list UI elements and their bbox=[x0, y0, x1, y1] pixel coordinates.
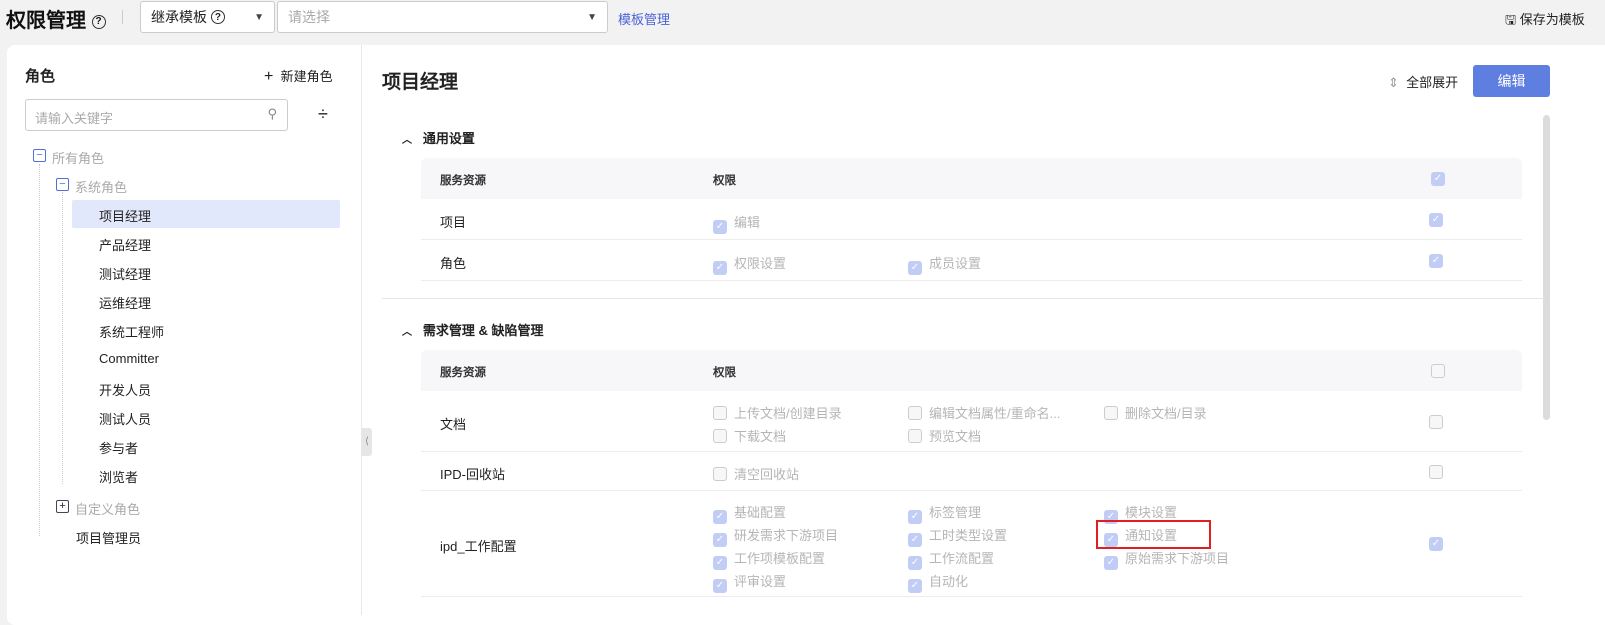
divider bbox=[122, 10, 123, 24]
permission-checkbox[interactable]: 编辑文档属性/重命名... bbox=[908, 403, 1060, 422]
checkbox[interactable] bbox=[713, 405, 727, 420]
table-row: IPD-回收站 清空回收站 bbox=[421, 452, 1522, 491]
tree-line bbox=[39, 164, 40, 536]
checkbox[interactable] bbox=[908, 405, 922, 420]
checkbox[interactable]: ✓ bbox=[713, 510, 727, 524]
checkbox[interactable]: ✓ bbox=[713, 556, 727, 570]
checkbox[interactable]: ✓ bbox=[908, 579, 922, 593]
role-item[interactable]: 项目经理 bbox=[72, 200, 340, 228]
checkbox[interactable]: ✓ bbox=[713, 220, 727, 234]
checkbox[interactable] bbox=[713, 467, 727, 481]
role-item[interactable]: 测试经理 bbox=[72, 258, 340, 286]
template-manage-link[interactable]: 模板管理 bbox=[618, 9, 670, 28]
permission-checkbox[interactable]: ✓ 权限设置 bbox=[713, 253, 786, 275]
checkbox[interactable] bbox=[908, 428, 922, 443]
permission-checkbox[interactable]: ✓ 研发需求下游项目 bbox=[713, 525, 838, 547]
save-as-template-button[interactable]: 🖫 保存为模板 bbox=[1505, 9, 1585, 33]
chevron-down-icon: ▼ bbox=[587, 11, 597, 23]
page-title: 权限管理 ? bbox=[6, 4, 106, 33]
permission-checkbox[interactable]: ✓ 工时类型设置 bbox=[908, 525, 1007, 547]
permission-checkbox[interactable]: 上传文档/创建目录 bbox=[713, 403, 842, 422]
help-icon[interactable]: ? bbox=[91, 14, 106, 29]
role-item[interactable]: 产品经理 bbox=[72, 229, 340, 257]
template-select[interactable]: 请选择 ▼ bbox=[277, 1, 608, 33]
checkbox[interactable]: ✓ bbox=[713, 579, 727, 593]
permission-checkbox[interactable]: ✓ 基础配置 bbox=[713, 502, 786, 524]
permission-checkbox[interactable]: 预览文档 bbox=[908, 426, 981, 445]
permission-checkbox[interactable]: ✓ 标签管理 bbox=[908, 502, 981, 524]
save-icon: 🖫 bbox=[1505, 12, 1517, 27]
expand-icon[interactable]: + bbox=[56, 500, 69, 513]
search-icon: ⚲ bbox=[267, 106, 277, 121]
role-item[interactable]: 开发人员 bbox=[72, 374, 340, 402]
checkbox[interactable]: ✓ bbox=[908, 261, 922, 275]
roles-title: 角色 bbox=[25, 68, 56, 85]
tree-line bbox=[62, 192, 63, 484]
chevron-up-icon: ︿ bbox=[402, 327, 412, 338]
permission-checkbox[interactable]: 删除文档/目录 bbox=[1104, 403, 1207, 422]
table-header: 服务资源 权限 bbox=[421, 350, 1522, 391]
role-item[interactable]: 浏览者 bbox=[72, 461, 340, 489]
table-row: ipd_工作配置 ✓ 基础配置 ✓ 标签管理 ✓ 模块设置 ✓ 研发需求下游项目 ✓ 工时类型设置 ✓… bbox=[421, 491, 1522, 597]
edit-button[interactable]: 编辑 bbox=[1473, 65, 1550, 97]
role-search-input[interactable]: 请输入关键字 ⚲ bbox=[25, 99, 288, 131]
checkbox[interactable]: ✓ bbox=[1104, 556, 1118, 570]
expand-all-button[interactable]: ⇕ 全部展开 bbox=[1388, 72, 1458, 91]
row-select-checkbox[interactable]: ✓ bbox=[1429, 212, 1443, 227]
permission-checkbox[interactable]: ✓ 自动化 bbox=[908, 571, 968, 593]
expand-icon: ⇕ bbox=[1388, 75, 1399, 90]
collapse-icon[interactable]: − bbox=[56, 178, 69, 191]
collapse-panel-handle[interactable]: ⟨ bbox=[362, 428, 372, 456]
table-row: 项目 ✓ 编辑 ✓ bbox=[421, 199, 1522, 240]
role-item[interactable]: 系统工程师 bbox=[72, 316, 340, 344]
help-icon: ? bbox=[210, 10, 225, 24]
permission-checkbox[interactable]: ✓ 工作流配置 bbox=[908, 548, 994, 570]
row-select-checkbox[interactable]: ✓ bbox=[1429, 537, 1443, 551]
chevron-down-icon: ▼ bbox=[254, 11, 264, 23]
checkbox[interactable]: ✓ bbox=[908, 556, 922, 570]
row-select-checkbox[interactable]: ✓ bbox=[1429, 253, 1443, 268]
tree-node-system-roles[interactable]: 系统角色 bbox=[75, 177, 127, 196]
role-item[interactable]: Committer bbox=[72, 345, 340, 373]
tree-node-project-admin[interactable]: 项目管理员 bbox=[76, 528, 141, 547]
permission-checkbox[interactable]: ✓ 成员设置 bbox=[908, 253, 981, 275]
table-row: 角色 ✓ 权限设置 ✓ 成员设置 ✓ bbox=[421, 240, 1522, 281]
role-title: 项目经理 bbox=[382, 72, 459, 93]
permission-checkbox[interactable]: 下载文档 bbox=[713, 426, 786, 445]
permission-checkbox[interactable]: ✓ 评审设置 bbox=[713, 571, 786, 593]
select-all-checkbox[interactable]: ✓ bbox=[1431, 172, 1445, 186]
select-all-checkbox[interactable] bbox=[1431, 364, 1445, 378]
row-select-checkbox[interactable] bbox=[1429, 414, 1443, 429]
scrollbar[interactable] bbox=[1543, 115, 1550, 420]
permission-checkbox[interactable]: ✓ 工作项模板配置 bbox=[713, 548, 825, 570]
tree-node-all-roles[interactable]: 所有角色 bbox=[52, 148, 104, 167]
permission-checkbox[interactable]: ✓ 原始需求下游项目 bbox=[1104, 548, 1229, 570]
tree-node-custom-roles[interactable]: 自定义角色 bbox=[75, 499, 140, 518]
highlight-box bbox=[1096, 520, 1211, 549]
checkbox[interactable]: ✓ bbox=[713, 533, 727, 547]
permission-checkbox[interactable]: 清空回收站 bbox=[713, 464, 799, 483]
role-item[interactable]: 参与者 bbox=[72, 432, 340, 460]
checkbox[interactable]: ✓ bbox=[908, 510, 922, 524]
section-divider bbox=[382, 298, 1545, 299]
new-role-button[interactable]: + 新建角色 bbox=[264, 66, 333, 86]
table-row: 文档 上传文档/创建目录 编辑文档属性/重命名... 删除文档/目录 下载文档 预览文档 bbox=[421, 391, 1522, 452]
section-header[interactable]: ︿ 需求管理 & 缺陷管理 bbox=[402, 320, 543, 339]
inherit-template-select[interactable]: 继承模板 ? ▼ bbox=[140, 1, 275, 33]
plus-icon: + bbox=[264, 68, 274, 85]
table-header: 服务资源 权限 ✓ bbox=[421, 158, 1522, 199]
checkbox[interactable]: ✓ bbox=[713, 261, 727, 275]
chevron-up-icon: ︿ bbox=[402, 135, 412, 146]
role-item[interactable]: 运维经理 bbox=[72, 287, 340, 315]
collapse-icon[interactable]: − bbox=[33, 149, 46, 162]
row-select-checkbox[interactable] bbox=[1429, 464, 1443, 479]
checkbox[interactable] bbox=[1104, 405, 1118, 420]
section-header[interactable]: ︿ 通用设置 bbox=[402, 128, 475, 147]
checkbox[interactable] bbox=[713, 428, 727, 443]
role-item[interactable]: 测试人员 bbox=[72, 403, 340, 431]
permission-checkbox[interactable]: ✓ 编辑 bbox=[713, 212, 760, 234]
checkbox[interactable]: ✓ bbox=[908, 533, 922, 547]
collapse-tree-icon[interactable]: ÷ bbox=[318, 104, 328, 125]
